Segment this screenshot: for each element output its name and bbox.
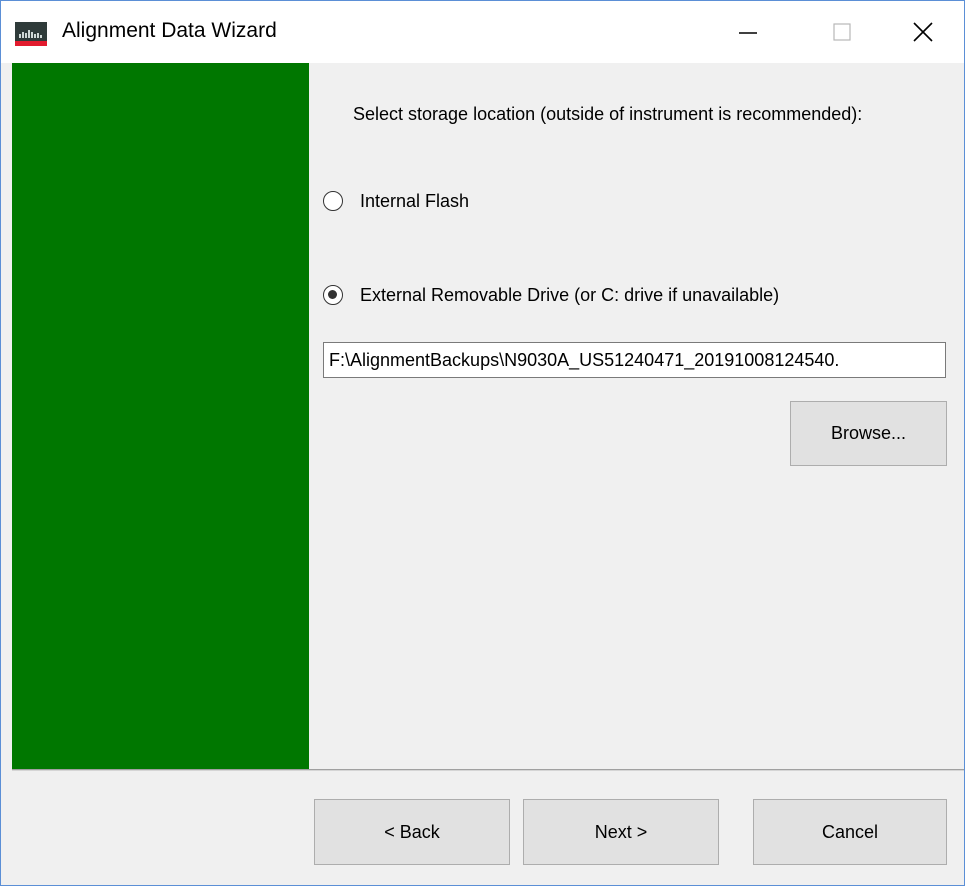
maximize-icon [833, 23, 851, 41]
browse-button[interactable]: Browse... [790, 401, 947, 466]
close-icon [913, 22, 933, 42]
back-button[interactable]: < Back [314, 799, 510, 865]
next-button[interactable]: Next > [523, 799, 719, 865]
app-icon-red-bar [15, 41, 47, 46]
title-bar[interactable]: Alignment Data Wizard [1, 1, 964, 63]
window-title: Alignment Data Wizard [62, 19, 277, 42]
radio-external-drive[interactable]: External Removable Drive (or C: drive if… [323, 282, 779, 308]
radio-selected-icon[interactable] [323, 285, 343, 305]
spectrum-bars-icon [19, 30, 42, 38]
radio-external-drive-label[interactable]: External Removable Drive (or C: drive if… [360, 285, 779, 306]
cancel-button[interactable]: Cancel [753, 799, 947, 865]
radio-selected-dot [328, 290, 337, 299]
radio-unselected-icon[interactable] [323, 191, 343, 211]
app-icon [15, 22, 47, 46]
radio-internal-flash[interactable]: Internal Flash [323, 188, 469, 214]
storage-location-prompt: Select storage location (outside of inst… [353, 104, 863, 124]
minimize-button[interactable] [700, 1, 796, 63]
wizard-sidebar-panel [12, 63, 309, 769]
maximize-button[interactable] [794, 1, 890, 63]
wizard-window: Alignment Data Wizard Select storage loc… [0, 0, 965, 886]
radio-internal-flash-label[interactable]: Internal Flash [360, 191, 469, 212]
close-button[interactable] [882, 1, 964, 63]
footer-divider [12, 769, 964, 771]
minimize-icon [739, 32, 757, 34]
backup-path-field[interactable] [323, 342, 946, 378]
